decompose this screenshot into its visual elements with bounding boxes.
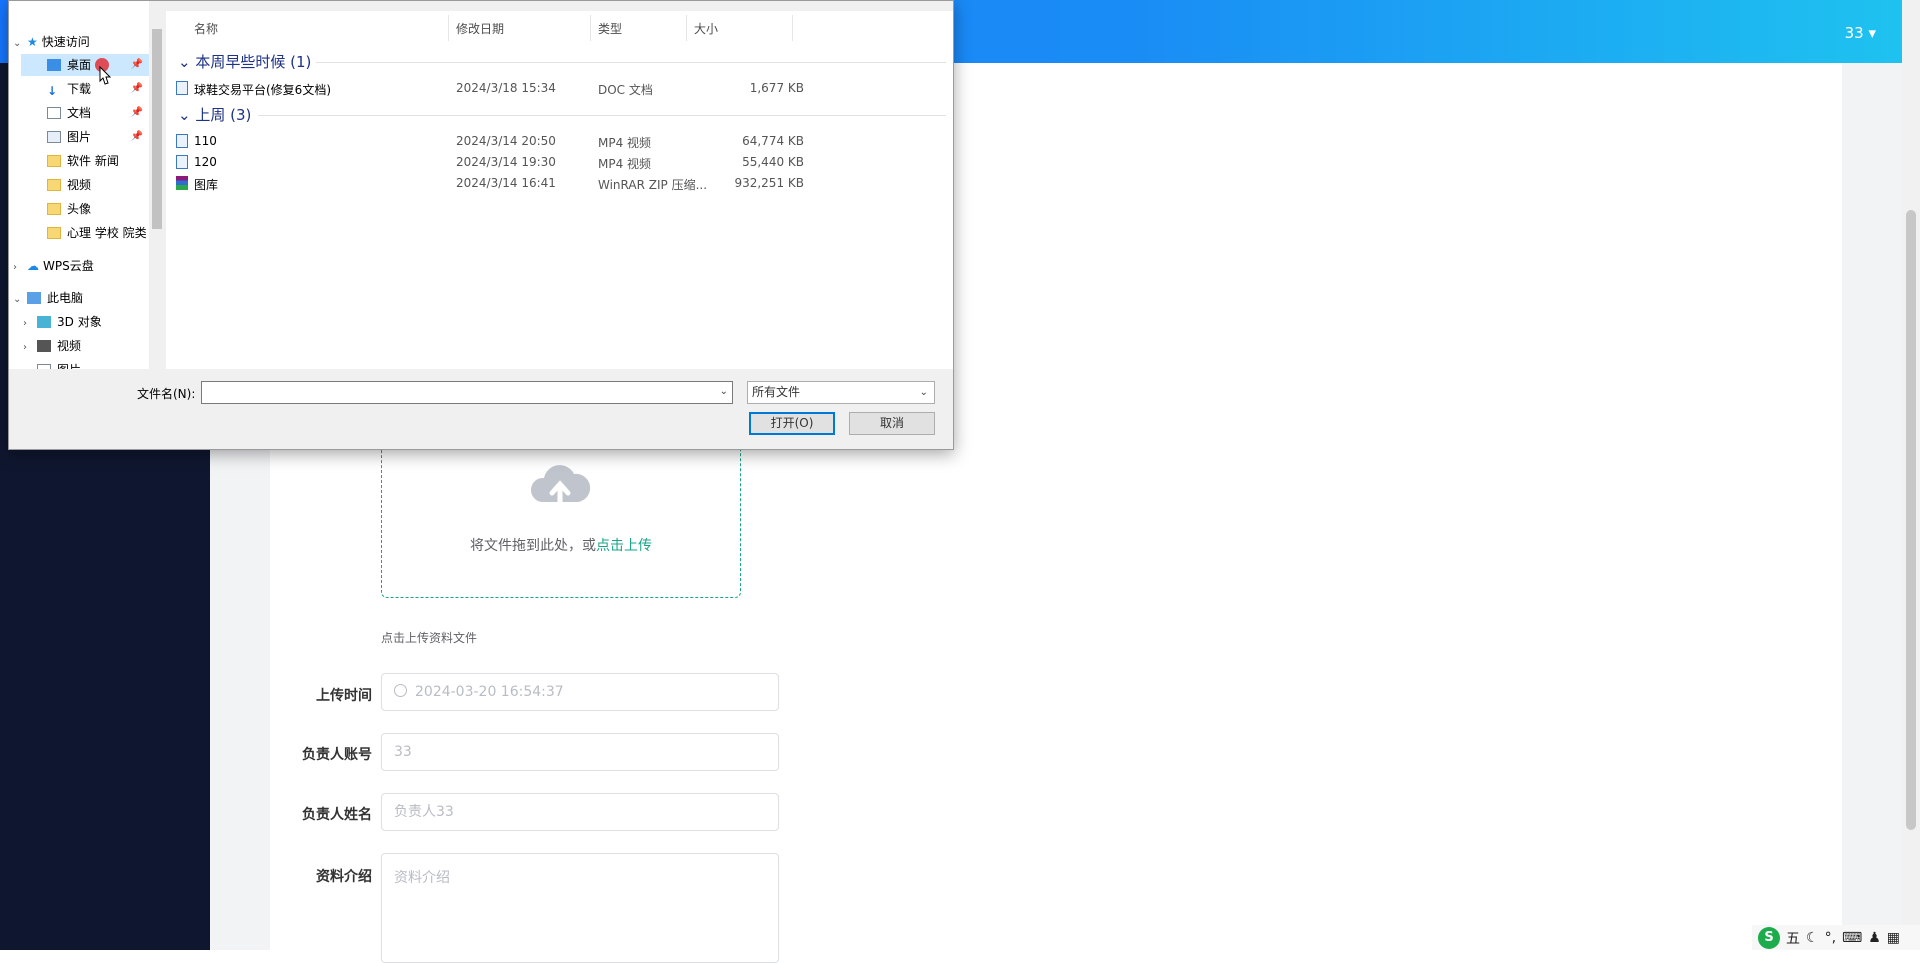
name-input[interactable]: 负责人33 [381, 793, 779, 831]
star-icon: ★ [27, 35, 38, 49]
group-header[interactable]: ⌄ 本周早些时候 (1) [178, 51, 311, 72]
navigation-pane: ⌄ ★ 快速访问 桌面 📌 ↓ 下载 📌 文档 📌 图片 📌 软件 新闻 视频 头像 心理 学… [9, 1, 149, 369]
doc-file-icon [176, 81, 188, 95]
cube-icon [37, 316, 51, 328]
folder-icon [47, 179, 61, 191]
filename-label: 文件名(N): [137, 387, 196, 401]
pin-icon: 📌 [130, 107, 143, 118]
nav-desktop[interactable]: 桌面 📌 [21, 54, 149, 76]
film-icon [37, 340, 51, 352]
upload-link[interactable]: 点击上传 [596, 538, 652, 554]
nav-folder-psych[interactable]: 心理 学校 院类 [21, 222, 149, 244]
cancel-button[interactable]: 取消 [849, 412, 935, 435]
nav-wps-cloud[interactable]: › ☁ WPS云盘 [13, 255, 149, 277]
computer-icon [27, 292, 41, 304]
ime-mode[interactable]: 五 [1786, 928, 1800, 948]
file-row[interactable]: 120 2024/3/14 19:30 MP4 视频 55,440 KB [166, 152, 953, 172]
account-label: 负责人账号 [302, 747, 372, 763]
folder-icon [47, 155, 61, 167]
nav-folder-video[interactable]: 视频 [21, 174, 149, 196]
filetype-select[interactable]: 所有文件 ⌄ [747, 381, 935, 404]
upload-time-value: 2024-03-20 16:54:37 [415, 684, 564, 700]
intro-label: 资料介绍 [316, 869, 372, 885]
chevron-down-icon: ⌄ [13, 294, 22, 305]
ime-logo-icon[interactable]: S [1758, 926, 1780, 949]
upload-hint: 将文件拖到此处，或点击上传 [470, 538, 652, 554]
open-button[interactable]: 打开(O) [749, 412, 835, 435]
file-row[interactable]: 图库 2024/3/14 16:41 WinRAR ZIP 压缩... 932,… [166, 173, 953, 193]
filetype-value: 所有文件 [752, 385, 801, 399]
keyboard-icon[interactable]: ⌨ [1842, 930, 1862, 946]
group-header[interactable]: ⌄ 上周 (3) [178, 104, 251, 125]
chevron-right-icon: › [13, 262, 17, 273]
file-row[interactable]: 110 2024/3/14 20:50 MP4 视频 64,774 KB [166, 131, 953, 151]
nav-downloads[interactable]: ↓ 下载 📌 [21, 78, 149, 100]
upload-tip: 点击上传资料文件 [381, 631, 478, 645]
pin-icon: 📌 [130, 59, 143, 70]
nav-pc-pictures[interactable]: ›图片 [23, 359, 149, 369]
moon-icon[interactable]: ☾ [1806, 930, 1819, 946]
desktop-icon [47, 59, 61, 71]
group-divider [258, 115, 946, 116]
chevron-right-icon: › [23, 318, 27, 329]
user-icon[interactable]: ♟ [1868, 930, 1881, 946]
upload-time-input[interactable]: 2024-03-20 16:54:37 [381, 673, 779, 711]
file-list: 名称 修改日期 类型 大小 ⌄ 本周早些时候 (1) 球鞋交易平台(修复6文档)… [166, 11, 953, 369]
folder-icon [47, 203, 61, 215]
chevron-right-icon: › [23, 361, 37, 369]
nav-documents[interactable]: 文档 📌 [21, 102, 149, 124]
system-tray: S 五 ☾ °, ⌨ ♟ ▦ [1752, 925, 1920, 950]
account-input[interactable]: 33 [381, 733, 779, 771]
picture-icon [47, 131, 61, 143]
column-header-type[interactable]: 类型 [598, 20, 622, 37]
column-header-date[interactable]: 修改日期 [456, 20, 504, 37]
nav-pc-videos[interactable]: › 视频 [23, 335, 149, 357]
download-icon: ↓ [47, 84, 58, 98]
file-open-dialog: ⌄ ★ 快速访问 桌面 📌 ↓ 下载 📌 文档 📌 图片 📌 软件 新闻 视频 头像 心理 学… [8, 0, 954, 450]
upload-cloud-icon [530, 465, 591, 507]
column-header-name[interactable]: 名称 [194, 20, 218, 37]
intro-textarea[interactable]: 资料介绍 [381, 853, 779, 963]
upload-time-label: 上传时间 [316, 688, 372, 704]
folder-icon [47, 227, 61, 239]
clock-icon [394, 684, 407, 697]
file-row[interactable]: 球鞋交易平台(修复6文档) 2024/3/18 15:34 DOC 文档 1,6… [166, 78, 953, 98]
group-divider [316, 62, 946, 63]
column-header-size[interactable]: 大小 [694, 20, 718, 37]
pin-icon: 📌 [130, 83, 143, 94]
nav-this-pc[interactable]: ⌄ 此电脑 [13, 287, 149, 309]
column-separator[interactable] [590, 15, 591, 41]
user-menu[interactable]: 33 ▾ [1845, 24, 1876, 42]
chevron-right-icon: › [23, 342, 27, 353]
nav-3d-objects[interactable]: › 3D 对象 [23, 311, 149, 333]
column-separator[interactable] [792, 15, 793, 41]
chevron-down-icon: ⌄ [13, 38, 22, 49]
name-label: 负责人姓名 [302, 807, 372, 823]
cloud-icon: ☁ [27, 259, 39, 273]
nav-quick-access[interactable]: ⌄ ★ 快速访问 [13, 31, 149, 53]
column-separator[interactable] [686, 15, 687, 41]
video-file-icon [176, 134, 188, 148]
nav-scrollbar-thumb[interactable] [152, 29, 162, 229]
nav-folder-avatar[interactable]: 头像 [21, 198, 149, 220]
chevron-down-icon[interactable]: ⌄ [720, 386, 728, 397]
zip-archive-icon [176, 176, 188, 190]
nav-folder-software[interactable]: 软件 新闻 [21, 150, 149, 172]
nav-pictures[interactable]: 图片 📌 [21, 126, 149, 148]
page-scrollbar-thumb[interactable] [1906, 210, 1916, 830]
picture-icon [37, 364, 51, 369]
filename-input[interactable]: ⌄ [201, 381, 733, 404]
grid-icon[interactable]: ▦ [1887, 930, 1900, 946]
video-file-icon [176, 155, 188, 169]
chevron-down-icon: ⌄ [919, 387, 928, 398]
mouse-cursor-icon [95, 58, 112, 85]
punctuation-icon[interactable]: °, [1825, 930, 1836, 946]
pin-icon: 📌 [130, 131, 143, 142]
column-separator[interactable] [448, 15, 449, 41]
document-icon [47, 107, 61, 119]
